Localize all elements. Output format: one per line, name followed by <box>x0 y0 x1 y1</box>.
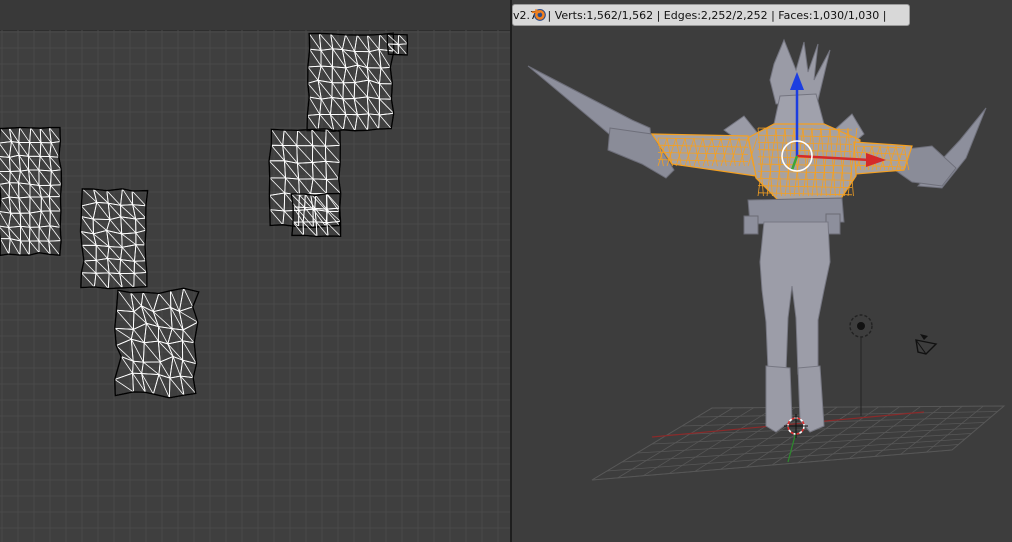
scene-statistics: v2.75 | Verts:1,562/1,562 | Edges:2,252/… <box>513 8 887 22</box>
uv-island-tiny-pieces[interactable] <box>386 33 409 56</box>
uv-canvas[interactable] <box>0 0 510 542</box>
floor-grid <box>591 405 1006 481</box>
uv-image-editor[interactable] <box>0 0 510 542</box>
3d-viewport[interactable]: v2.75 | Verts:1,562/1,562 | Edges:2,252/… <box>512 0 1012 542</box>
left-boot <box>765 365 793 433</box>
camera-icon[interactable] <box>915 334 938 355</box>
uv-island-hand[interactable] <box>114 287 200 399</box>
lamp-icon[interactable] <box>849 314 873 416</box>
uv-islands[interactable] <box>0 32 409 399</box>
info-header-bar: v2.75 | Verts:1,562/1,562 | Edges:2,252/… <box>512 4 910 26</box>
uv-island-torso[interactable] <box>79 188 149 290</box>
blender-logo-icon[interactable] <box>530 5 548 23</box>
viewport-canvas[interactable] <box>512 0 1012 542</box>
legs <box>759 221 831 375</box>
uv-grid <box>0 30 510 542</box>
uv-island-left-strip[interactable] <box>0 126 63 257</box>
character-mesh[interactable] <box>527 38 987 433</box>
uv-island-small-panel[interactable] <box>290 192 342 238</box>
right-boot <box>797 365 825 433</box>
